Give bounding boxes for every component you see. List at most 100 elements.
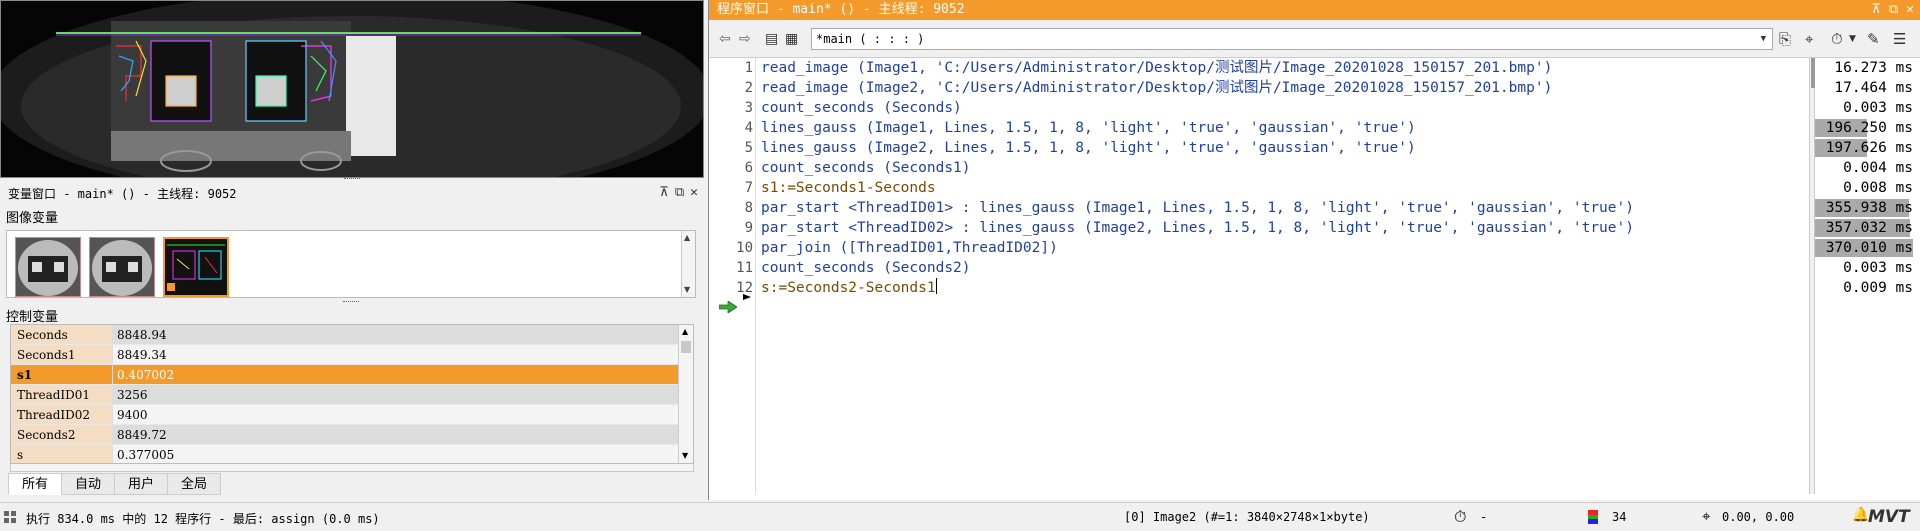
runtime-value: 0.003 ms — [1843, 100, 1913, 116]
image-info-text: [0] Image2 (#=1: 3840×2748×1×byte) — [1124, 510, 1370, 524]
timer-dropdown-icon[interactable]: ▼ — [1849, 34, 1856, 44]
runtime-value: 16.273 ms — [1834, 60, 1913, 76]
var-value: 8849.72 — [113, 425, 679, 445]
code-editor[interactable]: 1 2 3 4 5 6 7 8 9 10 11 12 read_image (I… — [709, 58, 1920, 500]
program-counter-arrow-icon — [719, 301, 737, 313]
runtime-cell: 196.250 ms — [1815, 118, 1920, 138]
var-value: 9400 — [113, 405, 679, 425]
table-row[interactable]: Seconds1 8849.34 — [11, 345, 679, 365]
runtime-cell: 16.273 ms — [1815, 58, 1920, 78]
table-row[interactable]: ThreadID01 3256 — [11, 385, 679, 405]
procedure-icon[interactable]: ▤ — [765, 31, 778, 47]
code-line[interactable]: par_join ([ThreadID01,ThreadID02]) — [761, 238, 1058, 258]
close-icon[interactable]: ✕ — [690, 185, 698, 200]
runtime-value: 0.003 ms — [1843, 260, 1913, 276]
table-row[interactable]: s 0.377005 — [11, 445, 679, 463]
image-thumb-image2[interactable] — [89, 237, 155, 297]
timer-value: - — [1480, 510, 1488, 524]
edit-icon[interactable]: ⎘ — [1779, 30, 1791, 48]
float-icon[interactable]: ⧉ — [1889, 0, 1898, 20]
var-value: 0.407002 — [113, 365, 679, 385]
program-window-title: 程序窗口 - main* () - 主线程: 9052 — [717, 2, 965, 17]
back-icon[interactable]: ⇦ — [719, 31, 731, 47]
image-vars-scrollbar[interactable]: ▲ ▼ — [681, 231, 695, 297]
code-line[interactable]: count_seconds (Seconds1) — [761, 158, 971, 178]
runtime-value: 0.009 ms — [1843, 280, 1913, 296]
variable-window-titlebar: 变量窗口 - main* () - 主线程: 9052 ⊼ ⧉ ✕ — [0, 182, 704, 204]
control-vars-scrollbar[interactable]: ▲ ▼ — [678, 325, 693, 463]
program-toolbar: ⇦ ⇨ ▤ ▦ *main ( : : : ) ▼ ⎘ ⌖ ⏱ ▼ ✎ ☰ — [709, 20, 1920, 58]
tab-global[interactable]: 全局 — [168, 473, 222, 495]
line-number-gutter[interactable]: 1 2 3 4 5 6 7 8 9 10 11 12 — [709, 58, 756, 494]
chevron-down-icon: ▼ — [1760, 34, 1766, 44]
control-vars-label: 控制变量 — [6, 310, 59, 325]
runtime-value: 357.032 ms — [1825, 220, 1913, 236]
insert-icon[interactable]: ⌖ — [1805, 30, 1813, 48]
list-icon[interactable]: ☰ — [1893, 30, 1906, 48]
code-line[interactable]: lines_gauss (Image1, Lines, 1.5, 1, 8, '… — [761, 118, 1416, 138]
scroll-up-icon[interactable]: ▲ — [684, 233, 690, 242]
code-line-current[interactable]: s:=Seconds2-Seconds1 — [761, 278, 937, 298]
code-line[interactable]: s1:=Seconds1-Seconds — [761, 178, 936, 198]
var-value: 8849.34 — [113, 345, 679, 365]
control-vars-hscrollbar[interactable] — [10, 464, 694, 472]
splitter-vars[interactable] — [6, 301, 696, 305]
code-line[interactable]: par_start <ThreadID01> : lines_gauss (Im… — [761, 198, 1634, 218]
forward-icon[interactable]: ⇨ — [739, 31, 751, 47]
runtime-cell: 370.010 ms — [1815, 238, 1920, 258]
table-row[interactable]: Seconds 8848.94 — [11, 325, 679, 345]
insert-cursor-icon — [743, 294, 751, 300]
image-thumb-image1[interactable] — [15, 237, 81, 297]
scroll-down-icon[interactable]: ▼ — [684, 285, 690, 294]
bell-icon[interactable]: 🔔 — [1852, 507, 1869, 523]
timer-icon[interactable]: ⏱ — [1831, 30, 1843, 48]
grid-icon — [4, 511, 16, 523]
mvtec-logo: MVT — [1868, 507, 1910, 527]
image-thumb-lines[interactable] — [163, 237, 229, 297]
graphics-window[interactable] — [0, 0, 704, 178]
program-window: 程序窗口 - main* () - 主线程: 9052 ⊼ ⧉ ✕ ⇦ ⇨ ▤ … — [708, 0, 1920, 500]
var-name: ThreadID01 — [11, 385, 113, 405]
control-vars-table: Seconds 8848.94 Seconds1 8849.34 s1 0.40… — [10, 324, 694, 464]
scroll-down-icon[interactable]: ▼ — [682, 451, 688, 460]
variable-tabs: 所有 自动 用户 全局 — [8, 473, 222, 495]
runtime-value: 196.250 ms — [1825, 120, 1913, 136]
tab-all[interactable]: 所有 — [8, 473, 63, 495]
procedure-select[interactable]: *main ( : : : ) ▼ — [811, 28, 1773, 50]
close-icon[interactable]: ✕ — [1906, 0, 1914, 20]
runtime-value: 370.010 ms — [1825, 240, 1913, 256]
table-row-selected[interactable]: s1 0.407002 — [11, 365, 679, 385]
table-row[interactable]: Seconds2 8849.72 — [11, 425, 679, 445]
program-window-titlebar: 程序窗口 - main* () - 主线程: 9052 ⊼ ⧉ ✕ — [709, 0, 1920, 20]
runtime-cell: 0.003 ms — [1815, 98, 1920, 118]
interface-icon[interactable]: ▦ — [785, 31, 798, 47]
broom-icon[interactable]: ✎ — [1867, 30, 1880, 48]
code-line[interactable]: par_start <ThreadID02> : lines_gauss (Im… — [761, 218, 1634, 238]
scroll-up-icon[interactable]: ▲ — [682, 327, 688, 336]
float-icon[interactable]: ⧉ — [675, 185, 684, 200]
runtime-value: 197.626 ms — [1825, 140, 1913, 156]
pin-icon[interactable]: ⊼ — [1871, 0, 1881, 20]
code-line[interactable]: read_image (Image1, 'C:/Users/Administra… — [761, 58, 1552, 78]
line-number: 2 — [744, 80, 753, 96]
code-line[interactable]: count_seconds (Seconds2) — [761, 258, 971, 278]
tab-auto[interactable]: 自动 — [62, 473, 116, 495]
image-vars-label: 图像变量 — [6, 211, 59, 226]
image-vars-panel: ▲ ▼ — [6, 230, 696, 298]
runtime-value: 0.004 ms — [1843, 160, 1913, 176]
line-number: 4 — [744, 120, 753, 136]
line-number: 11 — [736, 260, 753, 276]
runtime-cell: 357.032 ms — [1815, 218, 1920, 238]
var-name: Seconds2 — [11, 425, 113, 445]
runtime-cell: 0.008 ms — [1815, 178, 1920, 198]
crosshair-icon: ⌖ — [1702, 507, 1711, 525]
runtime-cell: 355.938 ms — [1815, 198, 1920, 218]
line-number: 8 — [744, 200, 753, 216]
pin-icon[interactable]: ⊼ — [659, 185, 669, 200]
code-line[interactable]: lines_gauss (Image2, Lines, 1.5, 1, 8, '… — [761, 138, 1416, 158]
code-line[interactable]: count_seconds (Seconds) — [761, 98, 962, 118]
code-line[interactable]: read_image (Image2, 'C:/Users/Administra… — [761, 78, 1552, 98]
tab-user[interactable]: 用户 — [115, 473, 169, 495]
code-lines[interactable]: read_image (Image1, 'C:/Users/Administra… — [757, 58, 1809, 494]
table-row[interactable]: ThreadID02 9400 — [11, 405, 679, 425]
